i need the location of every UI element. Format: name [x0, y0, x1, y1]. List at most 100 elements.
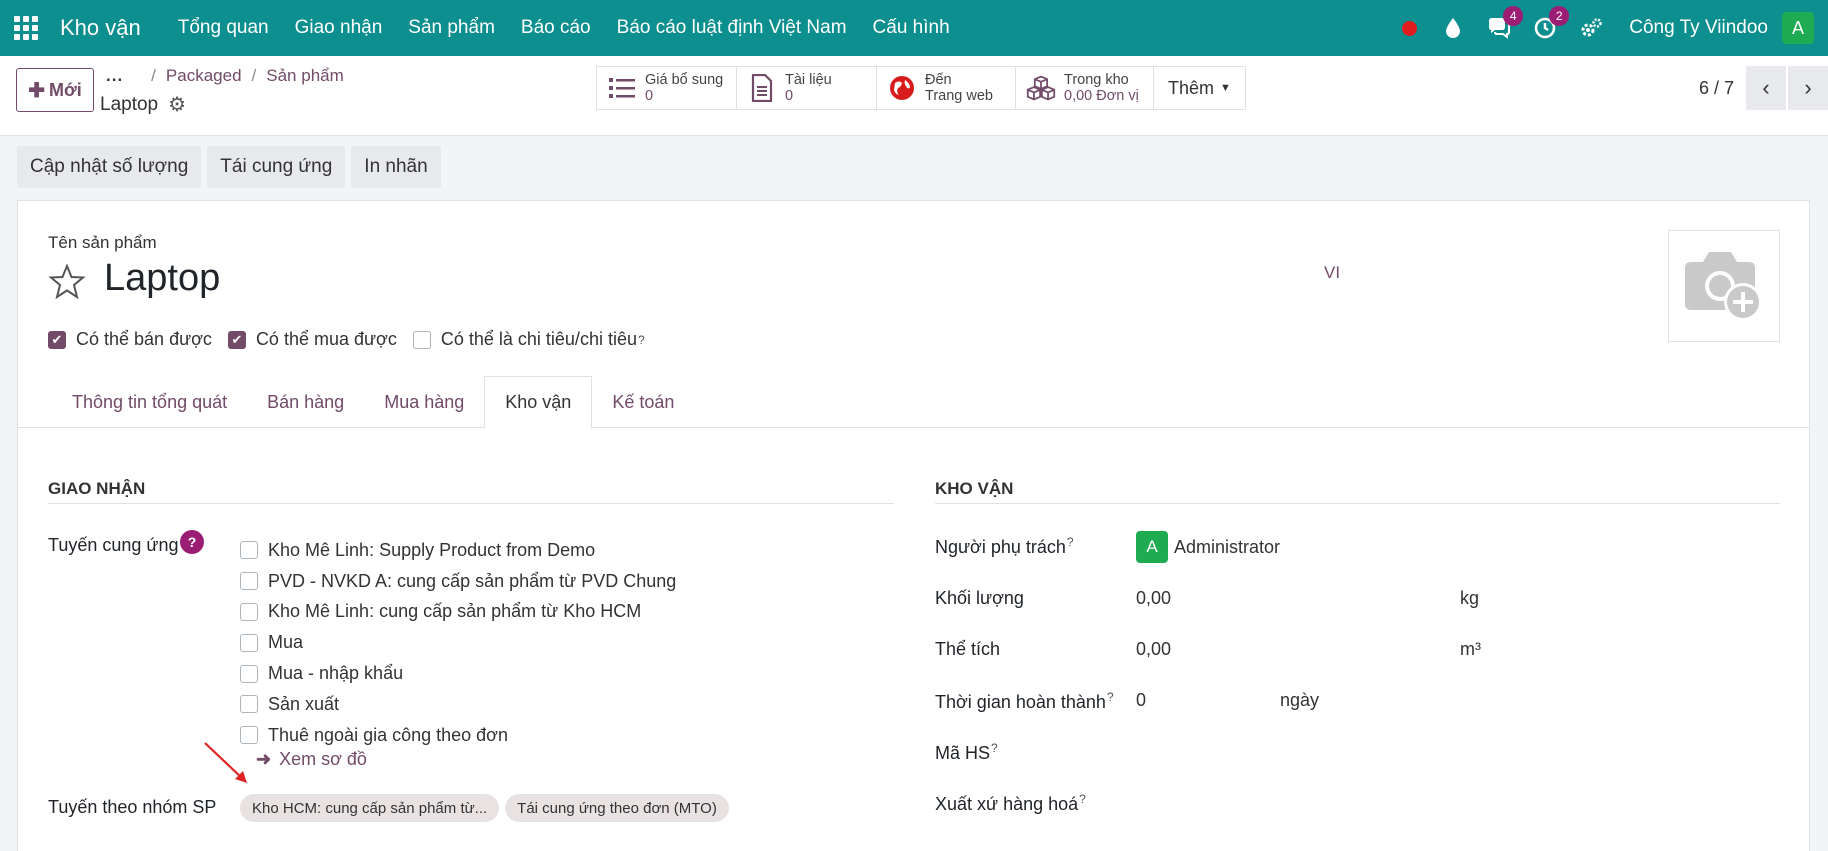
- on-hand-button[interactable]: Trong kho 0,00 Đơn vị: [1016, 67, 1154, 109]
- chevron-left-icon: ‹: [1762, 75, 1770, 100]
- help-tooltip-icon[interactable]: ?: [1067, 535, 1074, 549]
- document-icon: [747, 73, 777, 103]
- responsible-value: Administrator: [1174, 536, 1281, 557]
- top-navbar: Kho vận Tổng quan Giao nhận Sản phẩm Báo…: [0, 0, 1828, 56]
- replenish-button[interactable]: Tái cung ứng: [207, 146, 346, 188]
- droplet-icon[interactable]: [1441, 16, 1465, 40]
- recording-dot-icon[interactable]: [1402, 20, 1418, 36]
- tab-sales[interactable]: Bán hàng: [247, 376, 364, 428]
- control-panel: ✚ Mới ... / Packaged / Sản phẩm Laptop ⚙…: [0, 56, 1828, 136]
- lead-time-field[interactable]: 0: [1136, 690, 1146, 711]
- responsible-field[interactable]: A Administrator: [1136, 531, 1280, 563]
- product-name-label: Tên sản phẩm: [48, 233, 157, 252]
- categ-route-tag[interactable]: Kho HCM: cung cấp sản phẩm từ...: [240, 794, 500, 822]
- menu-tong-quan[interactable]: Tổng quan: [165, 17, 282, 39]
- more-smart-buttons[interactable]: Thêm ▼: [1154, 67, 1245, 109]
- product-name-field[interactable]: Laptop: [104, 257, 220, 300]
- print-labels-button[interactable]: In nhãn: [351, 146, 441, 188]
- help-tooltip-icon[interactable]: ?: [1079, 792, 1086, 806]
- divider: [48, 503, 894, 504]
- breadcrumb-more[interactable]: ...: [106, 66, 123, 86]
- favorite-star-icon[interactable]: [48, 263, 86, 301]
- route-label: Thuê ngoài gia công theo đơn: [268, 724, 508, 745]
- user-avatar[interactable]: A: [1782, 12, 1814, 44]
- extra-price-button[interactable]: Giá bổ sung 0: [597, 67, 737, 109]
- volume-label: Thể tích: [935, 639, 1001, 659]
- documents-button[interactable]: Tài liệu 0: [737, 67, 877, 109]
- hs-code-label: Mã HS?: [935, 741, 998, 763]
- weight-uom: kg: [1460, 588, 1480, 608]
- go-website-label-2: Trang web: [925, 88, 993, 104]
- operations-section-title: GIAO NHẬN: [48, 479, 146, 498]
- route-label: Kho Mê Linh: cung cấp sản phẩm từ Kho HC…: [268, 601, 642, 622]
- route-option[interactable]: Sản xuất: [240, 689, 676, 720]
- app-brand[interactable]: Kho vận: [60, 15, 141, 41]
- tab-general-info[interactable]: Thông tin tổng quát: [52, 376, 247, 428]
- caret-down-icon: ▼: [1220, 82, 1231, 94]
- extra-price-value: 0: [645, 88, 654, 104]
- product-image[interactable]: [1668, 230, 1780, 342]
- route-option[interactable]: Thuê ngoài gia công theo đơn: [240, 720, 676, 751]
- sale-ok-label: Có thể bán được: [76, 329, 212, 349]
- menu-bao-cao-luat-dinh[interactable]: Báo cáo luật định Việt Nam: [604, 17, 860, 39]
- purchase-ok-checkbox[interactable]: ✔ Có thể mua được: [227, 329, 397, 350]
- route-option[interactable]: Kho Mê Linh: cung cấp sản phẩm từ Kho HC…: [240, 597, 676, 628]
- route-option[interactable]: PVD - NVKD A: cung cấp sản phẩm từ PVD C…: [240, 566, 676, 597]
- weight-field[interactable]: 0,00: [1136, 588, 1171, 609]
- menu-cau-hinh[interactable]: Cấu hình: [860, 17, 963, 39]
- chat-icon[interactable]: 4: [1487, 6, 1524, 40]
- gear-icon[interactable]: ⚙: [168, 92, 186, 117]
- help-tooltip-icon[interactable]: ?: [638, 333, 645, 347]
- route-option[interactable]: Kho Mê Linh: Supply Product from Demo: [240, 535, 676, 566]
- pager-counter[interactable]: 6 / 7: [1699, 78, 1734, 99]
- volume-field[interactable]: 0,00: [1136, 639, 1171, 660]
- check-icon: ✔: [48, 330, 66, 349]
- breadcrumb-packaged[interactable]: Packaged: [166, 66, 242, 86]
- chat-badge: 4: [1503, 6, 1524, 26]
- menu-giao-nhan[interactable]: Giao nhận: [282, 17, 396, 39]
- list-icon: [607, 73, 637, 103]
- new-button[interactable]: ✚ Mới: [16, 68, 94, 112]
- tab-purchase[interactable]: Mua hàng: [364, 376, 484, 428]
- view-diagram-label: Xem sơ đồ: [279, 749, 367, 769]
- hs-code-field[interactable]: [1136, 741, 1636, 765]
- view-diagram-link[interactable]: ➜ Xem sơ đồ: [256, 749, 367, 770]
- documents-value: 0: [785, 88, 794, 104]
- settings-gears-icon[interactable]: [1579, 16, 1603, 40]
- activity-clock-icon[interactable]: 2: [1533, 6, 1570, 40]
- volume-uom: m³: [1460, 639, 1481, 659]
- sale-ok-checkbox[interactable]: ✔ Có thể bán được: [48, 329, 212, 350]
- smart-buttons: Giá bổ sung 0 Tài liệu 0 Đến Trang web Tron…: [596, 66, 1246, 110]
- responsible-avatar: A: [1136, 531, 1168, 563]
- tab-inventory[interactable]: Kho vận: [484, 376, 593, 429]
- camera-plus-icon: [1685, 252, 1762, 321]
- responsible-label: Người phụ trách?: [935, 535, 1074, 557]
- route-label: Mua: [268, 632, 304, 653]
- navbar-systray: 4 2 Công Ty Viindoo A: [1402, 0, 1828, 56]
- route-label: PVD - NVKD A: cung cấp sản phẩm từ PVD C…: [268, 570, 677, 591]
- menu-bao-cao[interactable]: Báo cáo: [508, 17, 604, 39]
- categ-routes-label: Tuyến theo nhóm SP: [48, 797, 217, 817]
- categ-route-tag[interactable]: Tái cung ứng theo đơn (MTO): [505, 794, 729, 822]
- company-switcher[interactable]: Công Ty Viindoo: [1629, 17, 1768, 39]
- help-question-icon[interactable]: ?: [180, 530, 204, 554]
- route-option[interactable]: Mua - nhập khẩu: [240, 658, 676, 689]
- country-origin-field[interactable]: [1136, 792, 1636, 816]
- tab-accounting[interactable]: Kế toán: [592, 376, 694, 428]
- go-website-button[interactable]: Đến Trang web: [877, 67, 1016, 109]
- form-notebook-tabs: Thông tin tổng quát Bán hàng Mua hàng Kh…: [18, 376, 1809, 429]
- pager-previous-button[interactable]: ‹: [1746, 66, 1786, 110]
- update-quantity-button[interactable]: Cập nhật số lượng: [17, 146, 202, 188]
- help-tooltip-icon[interactable]: ?: [1107, 690, 1114, 704]
- menu-san-pham[interactable]: Sản phẩm: [395, 17, 508, 39]
- form-sheet: Tên sản phẩm Laptop VI ✔ Có thể bán được…: [17, 200, 1810, 851]
- can-be-expensed-checkbox[interactable]: Có thể là chi tiêu/chi tiêu?: [412, 329, 645, 350]
- breadcrumb-san-pham[interactable]: Sản phẩm: [266, 66, 344, 86]
- pager-next-button[interactable]: ›: [1788, 66, 1828, 110]
- apps-menu-icon[interactable]: [14, 16, 38, 40]
- help-tooltip-icon[interactable]: ?: [991, 741, 998, 755]
- lead-time-label: Thời gian hoàn thành?: [935, 690, 1114, 712]
- language-button[interactable]: VI: [1324, 263, 1340, 283]
- route-option[interactable]: Mua: [240, 627, 676, 658]
- go-website-label-1: Đến: [925, 72, 952, 88]
